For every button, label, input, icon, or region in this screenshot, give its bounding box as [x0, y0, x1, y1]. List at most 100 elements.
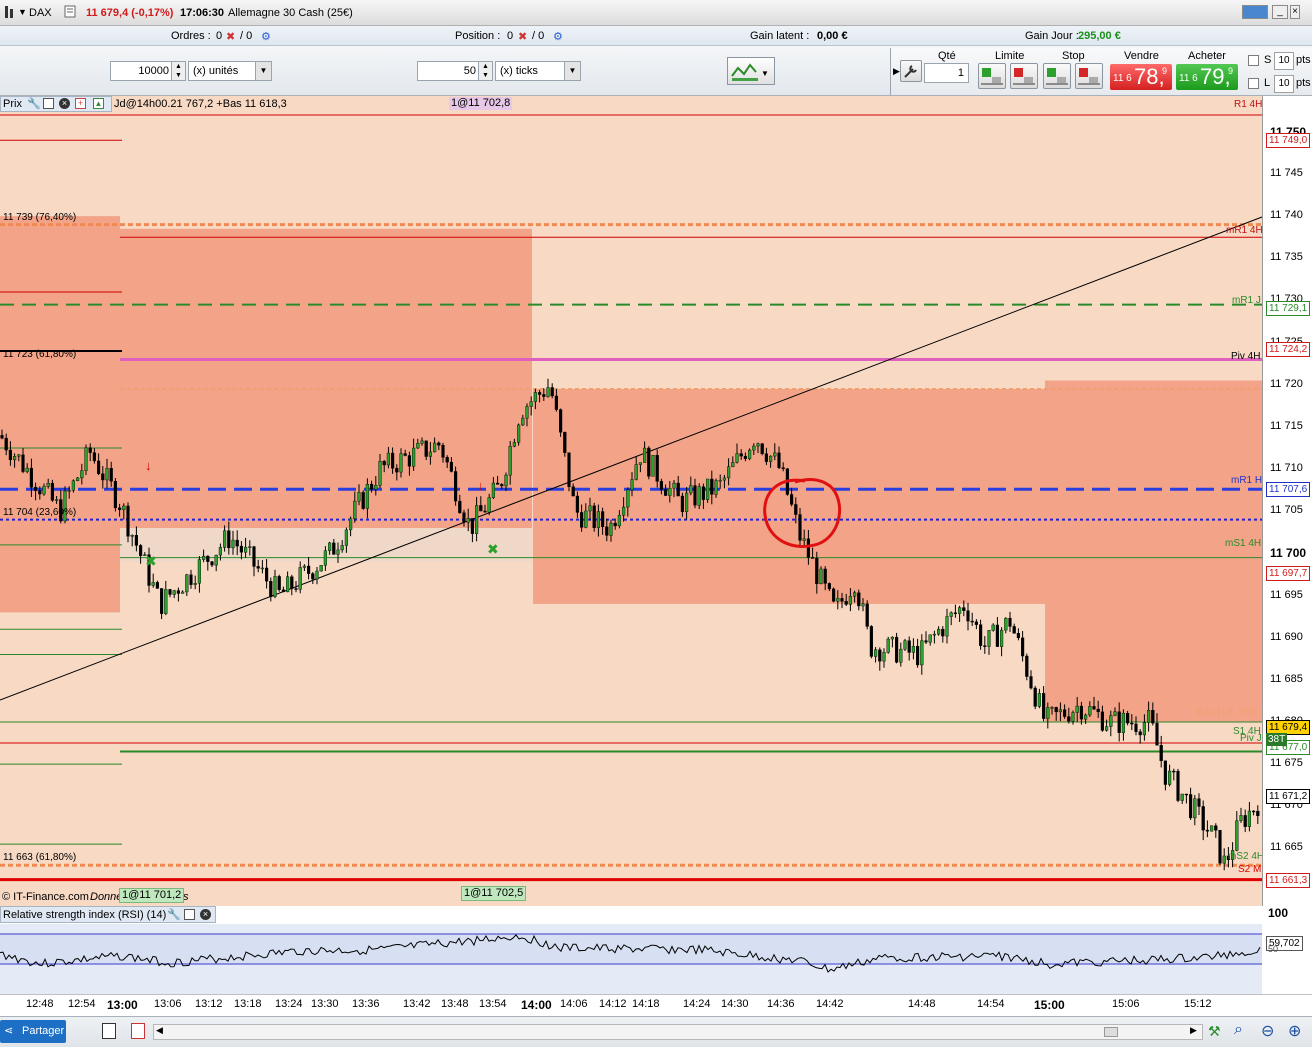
- quantity-unit-select[interactable]: (x) unités ▼: [188, 61, 272, 81]
- copyright: © IT-Finance.com: [2, 891, 89, 903]
- zoom-fit-icon[interactable]: ⌕: [1234, 1021, 1243, 1039]
- ticker-tag: 38T: [1266, 733, 1288, 746]
- grid-icon[interactable]: [102, 1023, 116, 1039]
- candle-body: [945, 616, 949, 637]
- candle-body: [1205, 829, 1209, 832]
- window-icon[interactable]: [43, 98, 54, 109]
- zoom-in-icon[interactable]: ⊕: [1288, 1021, 1301, 1041]
- candle-body: [517, 424, 521, 443]
- candle-body: [290, 576, 294, 589]
- candle-body: [75, 477, 80, 481]
- add-icon[interactable]: +: [75, 98, 86, 109]
- price-level-tag: 11 671,2: [1266, 789, 1311, 805]
- price-chart-canvas[interactable]: ↓ ↓ ✖ ✖: [0, 96, 1312, 906]
- candle-body: [1062, 709, 1067, 717]
- stop-points-input[interactable]: 10: [1274, 52, 1294, 70]
- rsi-title: Relative strength index (RSI) (14): [3, 909, 167, 921]
- time-scrollbar[interactable]: ◀ ▶: [153, 1024, 1203, 1040]
- price-zone: [1045, 380, 1262, 722]
- scroll-thumb[interactable]: [1104, 1027, 1118, 1037]
- stepper-arrows-icon[interactable]: ▲ ▼: [478, 62, 492, 80]
- candle-body: [525, 406, 529, 419]
- stepper-arrows-icon[interactable]: ▲ ▼: [171, 62, 185, 80]
- candle-body: [651, 454, 655, 477]
- candle-body: [243, 546, 248, 553]
- layout-icon[interactable]: [131, 1023, 145, 1039]
- sell-button[interactable]: 11 6 78, 9: [1110, 64, 1172, 90]
- candle-body: [886, 638, 890, 653]
- chevron-down-icon[interactable]: ▼: [255, 62, 271, 80]
- candle-body: [605, 526, 609, 536]
- candle-body: [323, 550, 327, 566]
- quantity-stepper[interactable]: 10000 ▲ ▼: [110, 61, 186, 81]
- bottom-order-tag[interactable]: 1@11 702,5: [461, 886, 527, 901]
- panel-arrow-icon[interactable]: ▶: [893, 66, 900, 77]
- header-order-tag[interactable]: 1@11 702,8: [449, 97, 513, 110]
- limit-sell-button[interactable]: [1010, 63, 1038, 89]
- zoom-out-icon[interactable]: ⊖: [1261, 1021, 1274, 1041]
- orders-settings-icon[interactable]: ⚙: [261, 30, 271, 43]
- info-icon[interactable]: [64, 5, 76, 21]
- ticks-stepper[interactable]: 50 ▲ ▼: [417, 61, 493, 81]
- bottom-order-tag[interactable]: 1@11 701,2: [119, 888, 185, 903]
- close-icon[interactable]: ×: [200, 909, 211, 920]
- candle-body: [155, 582, 159, 589]
- window-icon[interactable]: [184, 909, 195, 920]
- wrench-button[interactable]: [900, 60, 922, 82]
- minimize-button[interactable]: _: [1272, 5, 1288, 19]
- price-level-tag: 11 729,1: [1266, 301, 1311, 317]
- candle-body: [395, 467, 399, 473]
- time-tick-label: 13:24: [275, 998, 303, 1010]
- price-axis[interactable]: 11 75011 74511 74011 73511 73011 72511 7…: [1262, 96, 1312, 906]
- candle-body: [189, 574, 193, 585]
- candle-body: [727, 466, 731, 479]
- time-tick-label: 14:00: [521, 998, 552, 1012]
- ticks-unit-select[interactable]: (x) ticks ▼: [495, 61, 581, 81]
- price-level-tag: 11 707,6: [1266, 482, 1311, 498]
- up-arrow-icon[interactable]: ▲: [93, 98, 104, 109]
- candle-body: [483, 510, 487, 513]
- limit-checkbox[interactable]: [1248, 78, 1259, 89]
- qte-input[interactable]: 1: [924, 63, 969, 83]
- chevron-down-icon[interactable]: ▼: [564, 62, 580, 80]
- stop-checkbox[interactable]: [1248, 55, 1259, 66]
- stop-sell-button[interactable]: [1075, 63, 1103, 89]
- candle-body: [277, 576, 281, 590]
- candle-body: [1046, 707, 1050, 719]
- instrument-name[interactable]: DAX: [29, 7, 52, 19]
- scroll-right-icon[interactable]: ▶: [1190, 1025, 1197, 1036]
- close-button[interactable]: ×: [1290, 5, 1300, 19]
- close-position-icon[interactable]: ✖: [518, 30, 527, 43]
- screen-icon[interactable]: [1242, 5, 1268, 19]
- price-tick-label: 11 685: [1270, 672, 1303, 685]
- candle-body: [794, 504, 798, 515]
- close-icon[interactable]: ×: [59, 98, 70, 109]
- rsi-axis-mid: 50: [1268, 944, 1279, 954]
- candle-body: [424, 440, 428, 457]
- grid-icon[interactable]: [4, 5, 16, 22]
- candle-body: [340, 545, 344, 551]
- buy-button[interactable]: 11 6 79, 9: [1176, 64, 1238, 90]
- candle-body: [689, 485, 693, 494]
- wrench-icon[interactable]: 🔧: [167, 908, 181, 921]
- candle-body: [176, 590, 180, 594]
- price-tick-label: 11 700: [1270, 546, 1307, 561]
- price-zone: [533, 388, 1045, 604]
- scroll-left-icon[interactable]: ◀: [156, 1025, 163, 1036]
- share-button[interactable]: ⋖ Partager: [0, 1020, 66, 1043]
- qte-label: Qté: [938, 50, 956, 62]
- dropdown-arrow-icon[interactable]: ▼: [18, 7, 27, 17]
- limit-points-input[interactable]: 10: [1274, 75, 1294, 93]
- candle-body: [407, 455, 411, 467]
- cancel-orders-icon[interactable]: ✖: [226, 30, 235, 43]
- limit-buy-button[interactable]: [978, 63, 1006, 89]
- wrench-icon[interactable]: 🔧: [27, 97, 41, 110]
- candle-body: [1004, 617, 1008, 631]
- strategy-button[interactable]: ▼: [727, 57, 775, 85]
- price-chart[interactable]: ↓ ↓ ✖ ✖: [0, 96, 1312, 906]
- time-axis[interactable]: 12:48 12:54 13:00 13:06 13:12 13:18 13:24 13:30…: [0, 994, 1312, 1016]
- stop-buy-button[interactable]: [1043, 63, 1071, 89]
- position-settings-icon[interactable]: ⚙: [553, 30, 563, 43]
- draw-tool-icon[interactable]: ⚒: [1208, 1023, 1221, 1040]
- candle-body: [273, 576, 277, 597]
